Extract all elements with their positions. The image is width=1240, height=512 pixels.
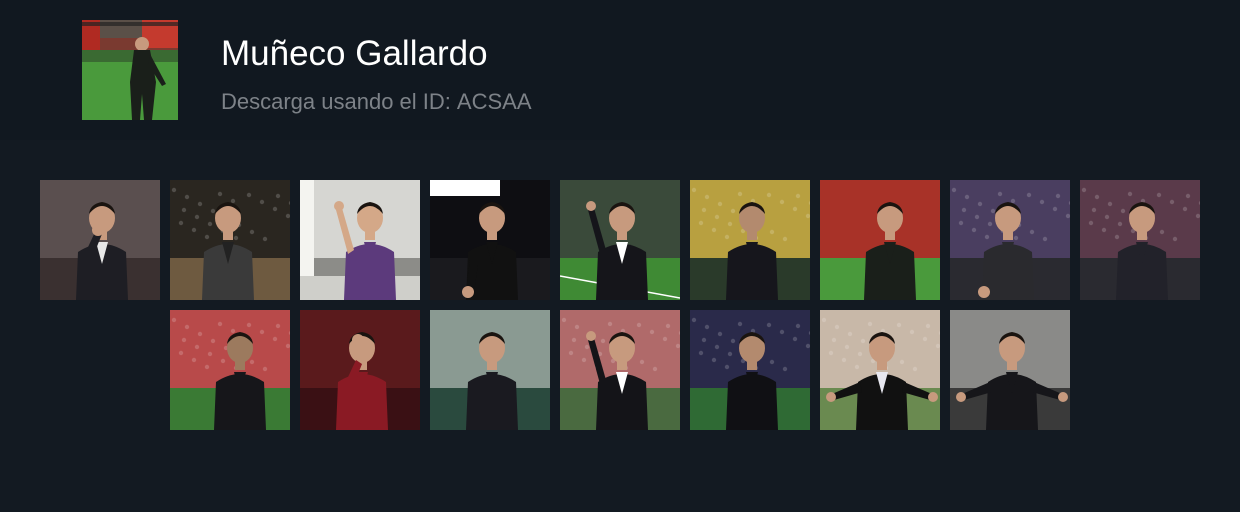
sticker-gallery [0, 140, 1240, 512]
pack-id[interactable]: ACSAA [457, 89, 532, 114]
sticker-hand-on-chin[interactable] [40, 180, 160, 300]
sticker-image [820, 310, 940, 430]
sticker-image [40, 180, 160, 300]
sticker-image [1080, 180, 1200, 300]
sticker-image [170, 180, 290, 300]
sticker-image [430, 180, 550, 300]
sticker-image [690, 310, 810, 430]
sticker-thumbs-up[interactable] [430, 180, 550, 300]
sticker-hands-on-hips[interactable] [170, 180, 290, 300]
sticker-walking-away[interactable] [170, 310, 290, 430]
sticker-walking-pitch[interactable] [820, 180, 940, 300]
sticker-arms-spread-red[interactable] [950, 310, 1070, 430]
sticker-facepalm[interactable] [300, 310, 420, 430]
sticker-bench-gesture[interactable] [950, 180, 1070, 300]
sticker-smiling-sideline[interactable] [690, 180, 810, 300]
sticker-image [430, 310, 550, 430]
sticker-image [300, 310, 420, 430]
sticker-laughing-dugout[interactable] [430, 310, 550, 430]
pack-subtitle: Descarga usando el ID: ACSAA [221, 88, 532, 116]
sticker-image [950, 180, 1070, 300]
sticker-waving-booth[interactable] [300, 180, 420, 300]
pack-title: Muñeco Gallardo [221, 34, 488, 73]
gallardo-pitch-photo-icon [82, 20, 178, 120]
sticker-image [560, 310, 680, 430]
sticker-bench-standing[interactable] [1080, 180, 1200, 300]
sticker-image [820, 180, 940, 300]
sticker-image [300, 180, 420, 300]
sticker-image [690, 180, 810, 300]
sticker-arm-raised[interactable] [560, 310, 680, 430]
sticker-image [170, 310, 290, 430]
sticker-image [560, 180, 680, 300]
sticker-fist-pump-pitch[interactable] [560, 180, 680, 300]
pack-header: Muñeco Gallardo Descarga usando el ID: AC… [0, 0, 1240, 140]
download-id-label: Descarga usando el ID: [221, 89, 451, 114]
sticker-night-sideline[interactable] [690, 310, 810, 430]
sticker-arms-open[interactable] [820, 310, 940, 430]
sticker-image [950, 310, 1070, 430]
pack-avatar [82, 20, 178, 120]
